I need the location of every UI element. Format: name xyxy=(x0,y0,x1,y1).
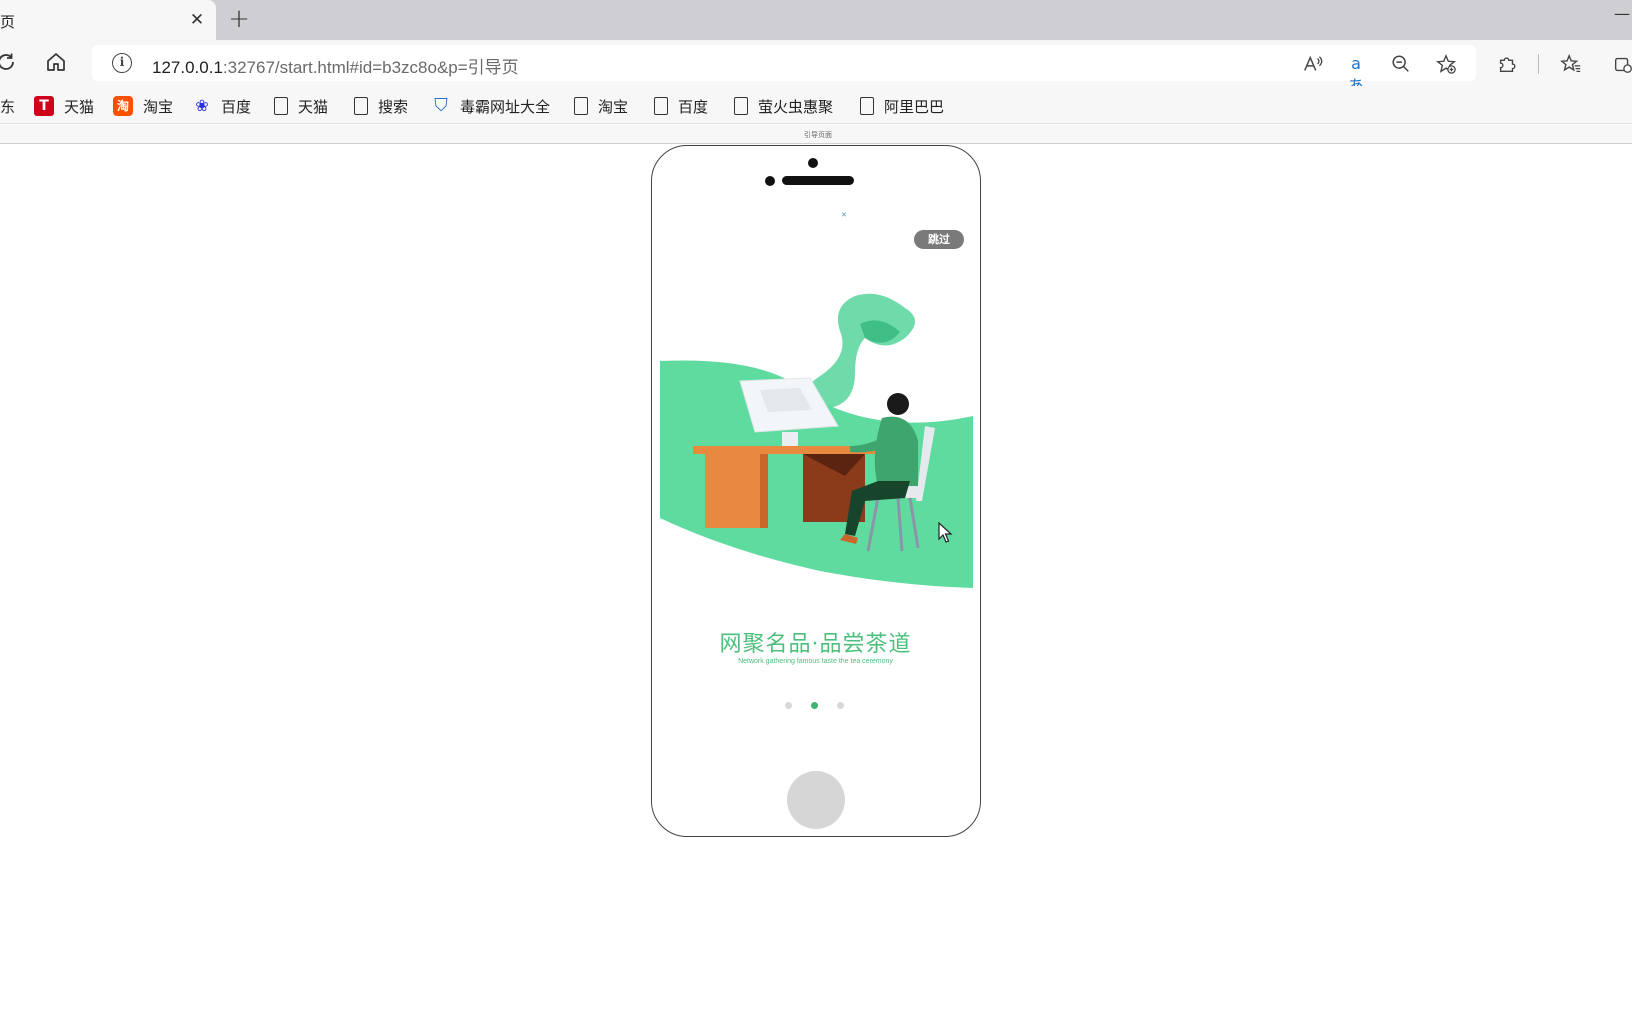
bookmark-item[interactable]: 淘 淘宝 xyxy=(113,95,173,117)
page-icon xyxy=(574,97,588,115)
page-dot[interactable] xyxy=(837,702,844,709)
bookmark-label: 萤火虫惠聚 xyxy=(758,97,834,116)
bookmark-item[interactable]: 淘宝 xyxy=(574,95,628,117)
phone-frame: ✕ 跳过 网聚名品·品尝茶道 Network gathering famous … xyxy=(651,145,981,837)
toolbar-separator xyxy=(1538,54,1539,74)
tab-strip: 页 ✕ + — xyxy=(0,0,1632,40)
browser-toolbar: i 127.0.0.1:32767/start.html#id=b3zc8o&p… xyxy=(0,40,1632,95)
page-dot[interactable] xyxy=(785,702,792,709)
active-tab[interactable]: 页 ✕ xyxy=(0,0,216,40)
url-text[interactable]: 127.0.0.1:32767/start.html#id=b3zc8o&p=引… xyxy=(152,53,519,78)
bookmark-label: 百度 xyxy=(678,97,709,116)
page-indicator xyxy=(652,702,979,712)
skip-button[interactable]: 跳过 xyxy=(914,230,964,249)
shield-icon: ⛉ xyxy=(434,95,448,116)
url-path: :32767/start.html#id=b3zc8o&p=引导页 xyxy=(222,58,519,77)
collections-icon[interactable] xyxy=(1612,53,1632,75)
add-favorite-icon[interactable] xyxy=(1435,53,1457,75)
prototype-page-strip: 引导页面 xyxy=(0,125,1632,144)
baidu-icon: ❀ xyxy=(195,96,209,115)
slogan-english: Network gathering famous taste the tea c… xyxy=(738,658,893,665)
mouse-cursor-icon xyxy=(938,522,953,543)
new-tab-button[interactable]: + xyxy=(226,6,252,33)
reload-icon[interactable] xyxy=(0,50,18,74)
bookmark-item[interactable]: 阿里巴巴 xyxy=(860,95,944,117)
bookmark-label: 东 xyxy=(0,97,16,116)
address-bar[interactable]: i 127.0.0.1:32767/start.html#id=b3zc8o&p… xyxy=(92,45,1476,81)
bookmark-item[interactable]: 百度 xyxy=(654,95,708,117)
tmall-icon: T xyxy=(34,96,54,116)
bookmark-label: 毒霸网址大全 xyxy=(460,97,551,116)
minimize-button[interactable]: — xyxy=(1614,4,1632,24)
page-icon xyxy=(734,97,748,115)
bookmark-item[interactable]: ⛉ 毒霸网址大全 xyxy=(432,95,550,117)
proximity-sensor xyxy=(765,176,775,186)
bookmarks-bar: 东 T 天猫 淘 淘宝 ❀ 百度 天猫 搜索 ⛉ 毒霸网址大全 淘宝 百度 萤火… xyxy=(0,86,1632,124)
page-icon xyxy=(354,97,368,115)
bookmark-label: 百度 xyxy=(221,97,252,116)
home-icon[interactable] xyxy=(44,50,68,74)
bookmark-label: 阿里巴巴 xyxy=(884,97,945,116)
home-button[interactable] xyxy=(787,771,845,829)
site-info-icon[interactable]: i xyxy=(112,53,132,73)
slogan-chinese: 网聚名品·品尝茶道 xyxy=(719,632,912,657)
bookmark-item[interactable]: 天猫 xyxy=(274,95,328,117)
zoom-out-icon[interactable] xyxy=(1390,53,1412,75)
page-icon xyxy=(654,97,668,115)
translate-icon[interactable]: aあ xyxy=(1345,53,1367,95)
bookmark-label: 天猫 xyxy=(298,97,329,116)
read-aloud-icon[interactable] xyxy=(1302,53,1324,75)
taobao-icon: 淘 xyxy=(113,96,133,116)
extensions-icon[interactable] xyxy=(1496,53,1518,75)
page-dot-active[interactable] xyxy=(811,702,818,709)
bookmark-item[interactable]: 东 xyxy=(0,95,15,117)
bookmark-label: 天猫 xyxy=(64,97,95,116)
bookmark-item[interactable]: ❀ 百度 xyxy=(193,95,251,117)
page-icon xyxy=(860,97,874,115)
bookmark-label: 淘宝 xyxy=(143,97,174,116)
bookmark-item[interactable]: T 天猫 xyxy=(34,95,94,117)
bookmark-item[interactable]: 搜索 xyxy=(354,95,408,117)
tea-illustration xyxy=(660,293,973,588)
favorites-icon[interactable] xyxy=(1560,53,1582,75)
earpiece-speaker xyxy=(782,176,854,185)
tab-title: 页 xyxy=(0,13,16,31)
broken-image-icon: ✕ xyxy=(841,211,847,219)
bookmark-item[interactable]: 萤火虫惠聚 xyxy=(734,95,833,117)
close-tab-icon[interactable]: ✕ xyxy=(186,9,208,31)
front-camera xyxy=(808,158,818,168)
page-name-label: 引导页面 xyxy=(804,131,832,139)
bookmark-label: 淘宝 xyxy=(598,97,629,116)
page-icon xyxy=(274,97,288,115)
bookmark-label: 搜索 xyxy=(378,97,409,116)
url-host: 127.0.0.1 xyxy=(152,58,223,77)
